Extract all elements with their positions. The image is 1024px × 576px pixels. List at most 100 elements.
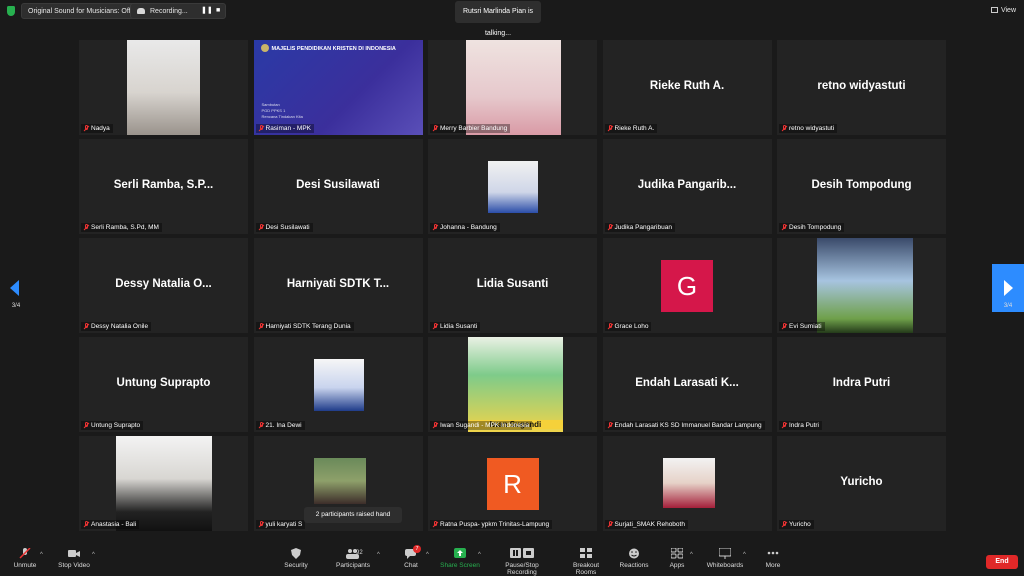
share-screen-button[interactable]: Share Screen: [440, 548, 480, 569]
participant-tile[interactable]: Indra Putri Indra Putri: [777, 337, 946, 432]
participant-display-name: Serli Ramba, S.P...: [113, 178, 214, 191]
participant-name: Merry Barbier Bandung: [440, 125, 508, 132]
participants-button[interactable]: 92 Participants: [334, 548, 372, 569]
slide-text-line: Sambutan: [261, 102, 280, 107]
participants-caret[interactable]: ^: [377, 552, 380, 558]
chat-icon: 7: [405, 545, 421, 559]
previous-page-button[interactable]: 3/4: [0, 264, 32, 312]
mic-muted-icon: [782, 422, 786, 429]
view-button[interactable]: View: [990, 4, 1016, 18]
next-page-button[interactable]: 3/4: [992, 264, 1024, 312]
mic-muted-icon: [608, 521, 612, 528]
participant-name-label: Ratna Puspa- ypkm Trinitas-Lampung: [430, 520, 553, 529]
grid-view-icon: [990, 7, 998, 14]
whiteboards-label: Whiteboards: [706, 562, 744, 569]
participant-tile[interactable]: Yuricho Yuricho: [777, 436, 946, 531]
participant-name: Rieke Ruth A.: [614, 125, 655, 132]
apps-caret[interactable]: ^: [690, 552, 693, 558]
security-label: Security: [284, 562, 308, 569]
participant-name-label: Desih Tompodung: [779, 223, 845, 232]
security-button[interactable]: Security: [280, 548, 312, 569]
shield-icon[interactable]: [7, 6, 15, 16]
participant-tile[interactable]: Serli Ramba, S.P... Serli Ramba, S.Pd, MM: [79, 139, 248, 234]
participant-name: Iwan Sugandi - MPK Indonesia: [440, 422, 530, 429]
participant-tile[interactable]: Surjati_SMAK Rehoboth: [602, 436, 772, 531]
participant-tile[interactable]: Desih Tompodung Desih Tompodung: [777, 139, 946, 234]
stop-recording-icon[interactable]: ■: [216, 3, 220, 19]
participant-name: Judika Pangaribuan: [614, 224, 672, 231]
end-meeting-button[interactable]: End: [986, 555, 1018, 569]
participant-tile[interactable]: Desi Susilawati Desi Susilawati: [253, 139, 423, 234]
participant-name: Dessy Natalia Onile: [91, 323, 149, 330]
participant-tile[interactable]: Judika Pangarib... Judika Pangaribuan: [602, 139, 772, 234]
audio-options-caret[interactable]: ^: [40, 552, 43, 558]
participant-name: Endah Larasati KS SD Immanuel Bandar Lam…: [614, 422, 762, 429]
participant-tile[interactable]: Nadya: [79, 40, 248, 135]
participant-tile[interactable]: Lidia Susanti Lidia Susanti: [428, 238, 597, 333]
participant-name: Evi Sumiati: [789, 323, 822, 330]
participant-display-name: Lidia Susanti: [476, 277, 549, 290]
participant-display-name: Desih Tompodung: [811, 178, 912, 191]
participant-name: Desih Tompodung: [789, 224, 842, 231]
participant-name-label: Dessy Natalia Onile: [81, 322, 152, 331]
more-label: More: [765, 562, 781, 569]
whiteboards-button[interactable]: Whiteboards: [705, 547, 745, 569]
more-button[interactable]: More: [760, 548, 786, 569]
raised-hand-toast[interactable]: 2 participants raised hand: [304, 507, 402, 523]
arrow-left-icon: [10, 280, 19, 296]
participant-tile[interactable]: MAJELIS PENDIDIKAN KRISTEN DI INDONESIA S…: [253, 40, 423, 135]
mic-muted-icon: [782, 521, 786, 528]
participant-name-label: Untung Suprapto: [81, 421, 144, 430]
apps-icon: [670, 547, 684, 559]
shield-icon: [290, 548, 302, 559]
share-caret[interactable]: ^: [478, 552, 481, 558]
participant-tile[interactable]: Untung Suprapto Untung Suprapto: [79, 337, 248, 432]
participant-name: Surjati_SMAK Rehoboth: [614, 521, 685, 528]
breakout-rooms-button[interactable]: Breakout Rooms: [562, 548, 610, 576]
participant-name-label: Harniyati SDTK Terang Dunia: [255, 322, 354, 331]
participant-tile[interactable]: Evi Sumiati: [777, 238, 946, 333]
unmute-button[interactable]: Unmute: [10, 547, 40, 569]
participant-tile[interactable]: Johanna - Bandung: [428, 139, 597, 234]
participant-tile[interactable]: Endah Larasati K... Endah Larasati KS SD …: [602, 337, 772, 432]
chat-label: Chat: [404, 562, 418, 569]
video-options-caret[interactable]: ^: [92, 552, 95, 558]
avatar-initial: G: [661, 260, 713, 312]
participant-video: [313, 359, 364, 411]
participant-name-label: Indra Putri: [779, 421, 822, 430]
pause-recording-icon[interactable]: ❚❚: [201, 3, 213, 19]
participant-tile[interactable]: R Ratna Puspa- ypkm Trinitas-Lampung: [428, 436, 597, 531]
participant-tile[interactable]: Iwan Sugandi Iwan Sugandi - MPK Indonesia: [428, 337, 597, 432]
participant-tile[interactable]: Harniyati SDTK T... Harniyati SDTK Terang…: [253, 238, 423, 333]
original-sound-toggle[interactable]: Original Sound for Musicians: Off: [21, 3, 138, 19]
chat-button[interactable]: 7 Chat: [400, 545, 422, 569]
whiteboard-icon: [718, 547, 732, 559]
participant-name-label: 21. Ina Dewi: [255, 421, 305, 430]
participant-tile[interactable]: Anastasia - Bali: [79, 436, 248, 531]
camera-icon: [68, 548, 80, 559]
participant-tile[interactable]: Dessy Natalia O... Dessy Natalia Onile: [79, 238, 248, 333]
participant-tile[interactable]: Merry Barbier Bandung: [428, 40, 597, 135]
mic-muted-icon: [19, 547, 31, 559]
participant-name-label: Evi Sumiati: [779, 322, 825, 331]
participant-display-name: Dessy Natalia O...: [115, 277, 212, 290]
whiteboards-caret[interactable]: ^: [743, 552, 746, 558]
reactions-button[interactable]: Reactions: [618, 548, 650, 569]
mic-muted-icon: [259, 224, 263, 231]
mic-muted-icon: [433, 521, 437, 528]
participants-label: Participants: [336, 562, 370, 569]
participant-name: Indra Putri: [789, 422, 819, 429]
recording-label: Pause/Stop Recording: [505, 562, 539, 576]
stop-video-button[interactable]: Stop Video: [56, 548, 92, 569]
participant-tile[interactable]: G Grace Loho: [602, 238, 772, 333]
participants-icon: 92: [340, 548, 366, 559]
apps-button[interactable]: Apps: [664, 547, 690, 569]
participant-tile[interactable]: Rieke Ruth A. Rieke Ruth A.: [602, 40, 772, 135]
participant-tile[interactable]: retno widyastuti retno widyastuti: [777, 40, 946, 135]
chat-caret[interactable]: ^: [426, 552, 429, 558]
share-screen-label: Share Screen: [440, 562, 480, 569]
participant-name-label: yuli karyati S: [255, 520, 306, 529]
pause-stop-recording-button[interactable]: Pause/Stop Recording: [490, 548, 554, 576]
participant-tile[interactable]: 21. Ina Dewi: [253, 337, 423, 432]
mic-muted-icon: [608, 323, 612, 330]
